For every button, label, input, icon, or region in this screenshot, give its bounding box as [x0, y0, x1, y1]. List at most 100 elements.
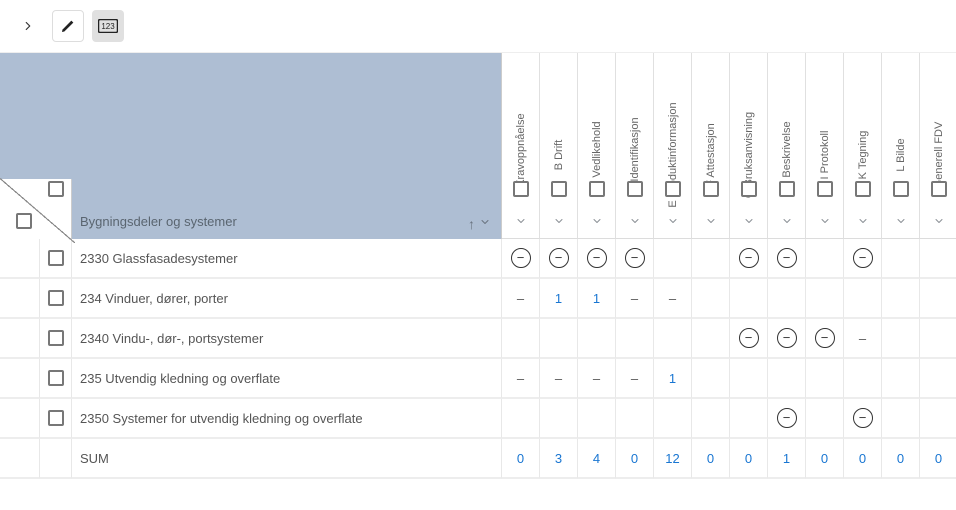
column-header-G: G Bruksanvisning: [730, 53, 768, 239]
row-select-checkbox[interactable]: [48, 290, 64, 306]
data-cell: –: [616, 359, 654, 399]
row-gutter: [0, 279, 40, 319]
chevron-down-icon: [553, 215, 565, 227]
data-cell: [882, 279, 920, 319]
row-gutter: [0, 239, 40, 279]
column-select-checkbox[interactable]: [741, 181, 757, 197]
row-label-cell: 2350 Systemer for utvendig kledning og o…: [72, 399, 502, 439]
minus-circle-icon[interactable]: −: [587, 248, 607, 268]
data-cell: [844, 359, 882, 399]
column-label: I Protokoll: [819, 131, 831, 180]
minus-circle-icon[interactable]: −: [625, 248, 645, 268]
row-sort-control[interactable]: ↑: [468, 216, 491, 231]
row-select-checkbox[interactable]: [48, 370, 64, 386]
data-cell: [806, 359, 844, 399]
data-cell: [654, 239, 692, 279]
sum-cell: 0: [806, 439, 844, 479]
row-label: 2340 Vindu-, dør-, portsystemer: [80, 331, 263, 346]
sum-gutter: [0, 439, 40, 479]
column-expand-toggle[interactable]: [515, 215, 527, 230]
column-header-A: A Kravoppnåelse: [502, 53, 540, 239]
numbers-icon: 123: [98, 19, 118, 33]
column-label: H Beskrivelse: [781, 121, 793, 188]
column-select-checkbox[interactable]: [627, 181, 643, 197]
column-expand-toggle[interactable]: [553, 215, 565, 230]
sum-value: 0: [745, 451, 752, 466]
select-all-checkbox[interactable]: [48, 181, 64, 197]
minus-circle-icon[interactable]: −: [549, 248, 569, 268]
data-cell: [616, 319, 654, 359]
minus-circle-icon[interactable]: −: [853, 248, 873, 268]
data-cell: −: [768, 239, 806, 279]
column-expand-toggle[interactable]: [629, 215, 641, 230]
column-expand-toggle[interactable]: [933, 215, 945, 230]
column-select-checkbox[interactable]: [513, 181, 529, 197]
minus-circle-icon[interactable]: −: [853, 408, 873, 428]
chevron-down-icon: [515, 215, 527, 227]
column-select-checkbox[interactable]: [855, 181, 871, 197]
data-cell: –: [502, 279, 540, 319]
column-select-checkbox[interactable]: [779, 181, 795, 197]
sum-cell: 0: [882, 439, 920, 479]
data-cell: [882, 399, 920, 439]
sum-value: 3: [555, 451, 562, 466]
sum-cell: 0: [616, 439, 654, 479]
numbers-view-button[interactable]: 123: [92, 10, 124, 42]
column-expand-toggle[interactable]: [743, 215, 755, 230]
dash-value: –: [669, 291, 676, 306]
minus-circle-icon[interactable]: −: [777, 248, 797, 268]
edit-button[interactable]: [52, 10, 84, 42]
column-select-checkbox[interactable]: [931, 181, 947, 197]
column-select-checkbox[interactable]: [817, 181, 833, 197]
column-select-checkbox[interactable]: [589, 181, 605, 197]
minus-circle-icon[interactable]: −: [815, 328, 835, 348]
column-header-I: I Protokoll: [806, 53, 844, 239]
minus-circle-icon[interactable]: −: [777, 408, 797, 428]
dash-value: –: [859, 331, 866, 346]
svg-text:123: 123: [101, 22, 115, 31]
row-select-checkbox[interactable]: [48, 330, 64, 346]
column-select-checkbox[interactable]: [551, 181, 567, 197]
toolbar: 123: [0, 0, 956, 53]
column-expand-toggle[interactable]: [705, 215, 717, 230]
column-header-L: L Bilde: [882, 53, 920, 239]
data-cell: 1: [578, 279, 616, 319]
chevron-down-icon: [781, 215, 793, 227]
column-header-B: B Drift: [540, 53, 578, 239]
dash-value: –: [631, 371, 638, 386]
sum-cell: 12: [654, 439, 692, 479]
data-cell: −: [768, 319, 806, 359]
dash-value: –: [631, 291, 638, 306]
column-header-F: F Attestasjon: [692, 53, 730, 239]
data-cell: −: [730, 319, 768, 359]
data-cell: −: [502, 239, 540, 279]
minus-circle-icon[interactable]: −: [739, 328, 759, 348]
data-cell: [768, 359, 806, 399]
select-all-rows-checkbox[interactable]: [16, 213, 32, 229]
column-select-checkbox[interactable]: [703, 181, 719, 197]
column-label: K Tegning: [857, 131, 869, 180]
column-expand-toggle[interactable]: [591, 215, 603, 230]
column-expand-toggle[interactable]: [819, 215, 831, 230]
data-cell: [920, 399, 956, 439]
expand-panel-button[interactable]: [12, 10, 44, 42]
column-expand-toggle[interactable]: [895, 215, 907, 230]
column-expand-toggle[interactable]: [857, 215, 869, 230]
column-expand-toggle[interactable]: [667, 215, 679, 230]
dash-value: –: [517, 291, 524, 306]
column-expand-toggle[interactable]: [781, 215, 793, 230]
column-select-checkbox[interactable]: [665, 181, 681, 197]
numeric-value: 1: [593, 291, 600, 306]
row-select-checkbox[interactable]: [48, 410, 64, 426]
minus-circle-icon[interactable]: −: [739, 248, 759, 268]
minus-circle-icon[interactable]: −: [777, 328, 797, 348]
minus-circle-icon[interactable]: −: [511, 248, 531, 268]
column-select-checkbox[interactable]: [893, 181, 909, 197]
data-cell: [692, 399, 730, 439]
data-grid: Bygningsdeler og systemer ↑ A Kravoppnåe…: [0, 53, 956, 479]
column-header-E: E Produktinformasjon: [654, 53, 692, 239]
row-select-checkbox[interactable]: [48, 250, 64, 266]
column-header-GEN: Generell FDV: [920, 53, 956, 239]
data-cell: [654, 399, 692, 439]
sum-cell: 4: [578, 439, 616, 479]
